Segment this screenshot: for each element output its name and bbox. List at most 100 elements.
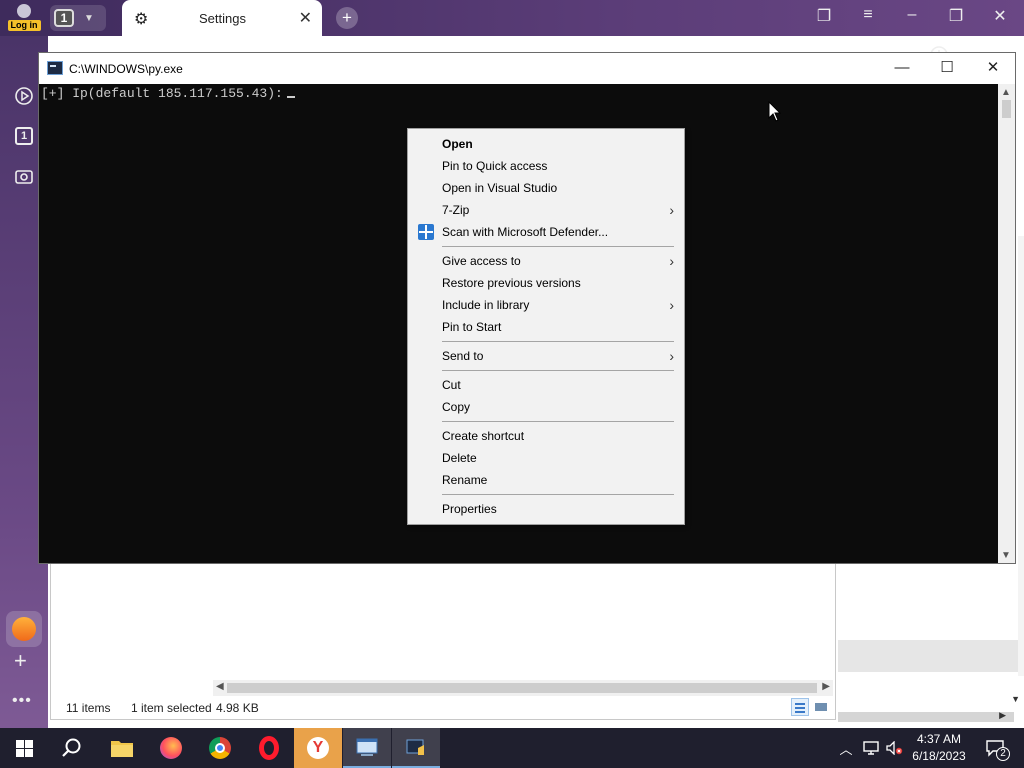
network-icon[interactable]	[860, 728, 882, 768]
scroll-right-icon[interactable]: ▶	[822, 681, 830, 692]
scrollbar-thumb[interactable]	[227, 683, 817, 693]
menu-separator	[442, 421, 674, 422]
taskbar: Y ︿ 4:37 AM 6/18/2023 2	[0, 728, 1024, 768]
tab-count-badge: 1	[54, 9, 74, 27]
console-minimize-icon[interactable]: —	[887, 58, 917, 78]
menu-item-rename[interactable]: Rename	[408, 469, 684, 491]
mouse-pointer-icon	[768, 101, 782, 122]
volume-muted-icon[interactable]	[884, 728, 906, 768]
page-vertical-scrollbar[interactable]	[1018, 236, 1024, 676]
play-video-icon[interactable]	[13, 85, 35, 107]
menu-item-label: Open in Visual Studio	[442, 181, 558, 195]
menu-item-label: Cut	[442, 378, 461, 392]
menu-item-7-zip[interactable]: 7-Zip ›	[408, 199, 684, 221]
folder-icon	[111, 741, 133, 757]
system-clock[interactable]: 4:37 AM 6/18/2023	[906, 731, 972, 765]
console-scrollbar[interactable]: ▲ ▼	[998, 84, 1015, 563]
menu-item-label: Create shortcut	[442, 429, 525, 443]
menu-item-pin-to-start[interactable]: Pin to Start	[408, 316, 684, 338]
bookmarks-icon[interactable]: ❐	[812, 6, 836, 26]
page-scroll-down-icon[interactable]: ▼	[1011, 694, 1020, 704]
screenshot-camera-icon[interactable]	[13, 165, 35, 187]
show-hidden-icons-chevron-icon[interactable]: ︿	[836, 728, 856, 768]
console-taskbar-button[interactable]	[392, 728, 440, 768]
console-titlebar[interactable]: C:\WINDOWS\py.exe — ☐ ✕	[39, 53, 1015, 84]
menu-item-restore-previous-versions[interactable]: Restore previous versions	[408, 272, 684, 294]
notification-count-badge: 2	[996, 747, 1010, 761]
python-app-taskbar-button[interactable]	[343, 728, 391, 768]
search-icon	[62, 738, 81, 757]
menu-item-pin-to-quick-access[interactable]: Pin to Quick access	[408, 155, 684, 177]
scroll-left-icon[interactable]: ◀	[216, 681, 224, 692]
menu-item-label: Include in library	[442, 298, 530, 312]
yandex-mail-icon[interactable]	[6, 611, 42, 647]
action-center-button[interactable]: 2	[980, 728, 1010, 768]
chevron-down-icon: ▼	[84, 12, 94, 24]
menu-item-properties[interactable]: Properties	[408, 498, 684, 520]
mail-logo-icon	[12, 617, 36, 641]
submenu-arrow-icon: ›	[669, 202, 674, 218]
menu-item-label: Restore previous versions	[442, 276, 581, 290]
tab-group-button[interactable]: 1 ▼	[50, 5, 106, 31]
page-scroll-right-icon[interactable]: ▶	[999, 710, 1006, 721]
menu-item-create-shortcut[interactable]: Create shortcut	[408, 425, 684, 447]
menu-item-include-in-library[interactable]: Include in library ›	[408, 294, 684, 316]
menu-item-give-access-to[interactable]: Give access to ›	[408, 250, 684, 272]
menu-separator	[442, 341, 674, 342]
scroll-up-icon[interactable]: ▲	[1001, 87, 1011, 98]
browser-tab-bar: Log in 1 ▼ ⚙ Settings ✕ + ❐ ≡ – ❐ ✕	[0, 0, 1024, 36]
restore-icon[interactable]: ❐	[944, 6, 968, 26]
minimize-icon[interactable]: –	[900, 6, 924, 24]
submenu-arrow-icon: ›	[669, 348, 674, 364]
tab-settings[interactable]: ⚙ Settings ✕	[122, 0, 322, 36]
console-app-icon	[47, 61, 63, 75]
opera-icon	[259, 736, 279, 760]
start-button[interactable]	[0, 728, 48, 768]
status-size: 4.98 KB	[216, 701, 259, 715]
submenu-arrow-icon: ›	[669, 297, 674, 313]
menu-item-open[interactable]: Open	[408, 133, 684, 155]
details-view-icon[interactable]	[791, 698, 809, 716]
more-options-icon[interactable]: •••	[12, 692, 32, 710]
explorer-horizontal-scrollbar[interactable]: ◀ ▶	[213, 680, 833, 696]
search-button[interactable]	[48, 728, 96, 768]
add-sidebar-item-icon[interactable]: +	[14, 648, 27, 674]
menu-item-copy[interactable]: Copy	[408, 396, 684, 418]
large-icons-view-icon[interactable]	[812, 698, 830, 716]
close-tab-icon[interactable]: ✕	[299, 8, 312, 28]
close-icon[interactable]: ✕	[988, 6, 1012, 26]
firefox-taskbar-button[interactable]	[147, 728, 195, 768]
defender-shield-icon	[418, 224, 434, 240]
file-explorer-taskbar-button[interactable]	[98, 728, 146, 768]
menu-item-label: Pin to Quick access	[442, 159, 548, 173]
menu-item-cut[interactable]: Cut	[408, 374, 684, 396]
menu-item-open-in-visual-studio[interactable]: Open in Visual Studio	[408, 177, 684, 199]
tab-count-sidebar-button[interactable]: 1	[13, 125, 35, 147]
menu-separator	[442, 370, 674, 371]
console-close-icon[interactable]: ✕	[978, 58, 1008, 78]
menu-item-scan-with-microsoft-defender[interactable]: Scan with Microsoft Defender...	[408, 221, 684, 243]
page-horizontal-scrollbar[interactable]	[838, 712, 1014, 722]
menu-item-delete[interactable]: Delete	[408, 447, 684, 469]
text-cursor	[286, 96, 295, 98]
chrome-taskbar-button[interactable]	[196, 728, 244, 768]
profile-button[interactable]: Log in	[4, 2, 44, 34]
context-menu: Open Pin to Quick access Open in Visual St…	[407, 128, 685, 525]
submenu-arrow-icon: ›	[669, 253, 674, 269]
menu-icon[interactable]: ≡	[856, 6, 880, 24]
clock-date: 6/18/2023	[912, 749, 966, 763]
settings-row-band	[838, 640, 1024, 672]
tab-title: Settings	[199, 11, 246, 26]
console-scroll-thumb[interactable]	[1002, 100, 1011, 118]
menu-separator	[442, 246, 674, 247]
menu-item-send-to[interactable]: Send to ›	[408, 345, 684, 367]
status-selection: 1 item selected	[131, 701, 212, 715]
yandex-taskbar-button[interactable]: Y	[294, 728, 342, 768]
opera-taskbar-button[interactable]	[245, 728, 293, 768]
console-maximize-icon[interactable]: ☐	[932, 58, 962, 78]
clock-time: 4:37 AM	[916, 732, 962, 746]
menu-item-label: Properties	[442, 502, 497, 516]
scroll-down-icon[interactable]: ▼	[1001, 550, 1011, 561]
user-avatar-icon	[17, 4, 31, 18]
new-tab-button[interactable]: +	[336, 7, 358, 29]
